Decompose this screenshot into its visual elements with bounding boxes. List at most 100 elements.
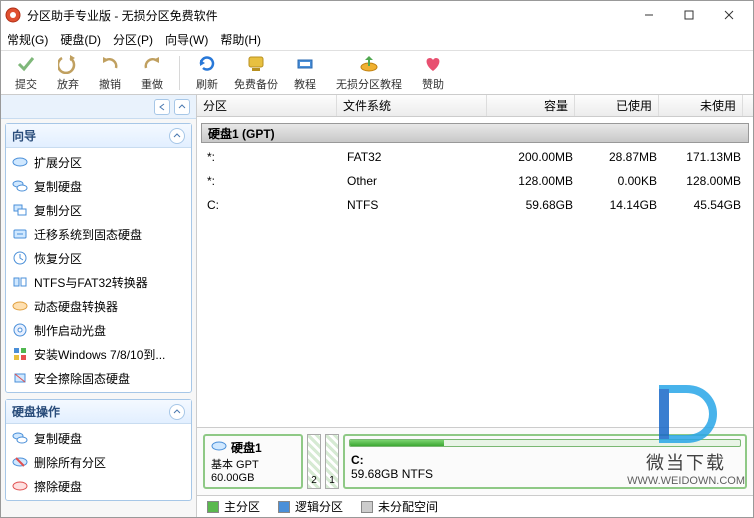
diskops-panel: 硬盘操作 复制硬盘 删除所有分区 擦除硬盘 (5, 399, 192, 501)
disk-type: 基本 GPT (211, 456, 295, 472)
partition-slot-2[interactable]: 2 (307, 434, 321, 489)
app-icon (5, 7, 21, 23)
menu-disk[interactable]: 硬盘(D) (60, 31, 101, 48)
minimize-button[interactable] (629, 1, 669, 29)
main-pane: 分区 文件系统 容量 已使用 未使用 硬盘1 (GPT) *: FAT32 20… (197, 95, 753, 517)
heart-icon (422, 53, 444, 75)
convert-icon (12, 274, 28, 290)
refresh-button[interactable]: 刷新 (186, 53, 228, 93)
copy-disk-icon (12, 430, 28, 446)
disk-bar: 硬盘1 基本 GPT 60.00GB 2 1 C:59.68GB NTFS (197, 427, 753, 495)
diskops-wipe-disk[interactable]: 擦除硬盘 (6, 474, 191, 498)
windows-icon (12, 346, 28, 362)
diskops-panel-header[interactable]: 硬盘操作 (6, 400, 191, 424)
tutorial-button[interactable]: 教程 (284, 53, 326, 93)
swatch-primary (207, 501, 219, 513)
undo-icon (99, 53, 121, 75)
discard-button[interactable]: 放弃 (47, 53, 89, 93)
lossless-icon (358, 53, 380, 75)
commit-button[interactable]: 提交 (5, 53, 47, 93)
discard-icon (57, 53, 79, 75)
sidebar-nav (1, 95, 196, 119)
partition-c-desc: 59.68GB NTFS (351, 467, 433, 481)
donate-button[interactable]: 赞助 (412, 53, 454, 93)
wizard-panel: 向导 扩展分区 复制硬盘 复制分区 迁移系统到固态硬盘 恢复分区 NTFS与FA… (5, 123, 192, 393)
table-row[interactable]: C: NTFS 59.68GB 14.14GB 45.54GB (197, 193, 753, 217)
swatch-logical (278, 501, 290, 513)
undo-button[interactable]: 撤销 (89, 53, 131, 93)
legend-logical: 逻辑分区 (278, 498, 343, 515)
cd-icon (12, 322, 28, 338)
wipe-icon (12, 478, 28, 494)
col-free[interactable]: 未使用 (659, 95, 743, 116)
erase-icon (12, 370, 28, 386)
menu-wizard[interactable]: 向导(W) (165, 31, 208, 48)
close-button[interactable] (709, 1, 749, 29)
disk-icon (12, 154, 28, 170)
copy-disk-icon (12, 178, 28, 194)
chevron-up-icon[interactable] (169, 404, 185, 420)
separator (179, 56, 180, 90)
disk-info-block[interactable]: 硬盘1 基本 GPT 60.00GB (203, 434, 303, 489)
wizard-recover-partition[interactable]: 恢复分区 (6, 246, 191, 270)
recover-icon (12, 250, 28, 266)
wizard-extend-partition[interactable]: 扩展分区 (6, 150, 191, 174)
sidebar: 向导 扩展分区 复制硬盘 复制分区 迁移系统到固态硬盘 恢复分区 NTFS与FA… (1, 95, 197, 517)
ssd-icon (12, 226, 28, 242)
dynamic-icon (12, 298, 28, 314)
wizard-install-windows[interactable]: 安装Windows 7/8/10到... (6, 342, 191, 366)
swatch-unalloc (361, 501, 373, 513)
diskops-delete-all[interactable]: 删除所有分区 (6, 450, 191, 474)
wizard-panel-header[interactable]: 向导 (6, 124, 191, 148)
backup-button[interactable]: 免费备份 (228, 53, 284, 93)
disk-name: 硬盘1 (231, 439, 262, 456)
redo-icon (141, 53, 163, 75)
nav-prev-button[interactable] (154, 99, 170, 115)
menu-help[interactable]: 帮助(H) (220, 31, 261, 48)
refresh-icon (196, 53, 218, 75)
col-capacity[interactable]: 容量 (487, 95, 575, 116)
wizard-migrate-ssd[interactable]: 迁移系统到固态硬盘 (6, 222, 191, 246)
wizard-bootable-cd[interactable]: 制作启动光盘 (6, 318, 191, 342)
col-used[interactable]: 已使用 (575, 95, 659, 116)
tutorial-icon (294, 53, 316, 75)
partition-c-name: C: (351, 453, 364, 467)
table-row[interactable]: *: FAT32 200.00MB 28.87MB 171.13MB (197, 145, 753, 169)
redo-button[interactable]: 重做 (131, 53, 173, 93)
wizard-ntfs-fat32[interactable]: NTFS与FAT32转换器 (6, 270, 191, 294)
wizard-panel-title: 向导 (12, 127, 36, 144)
hdd-icon (211, 440, 227, 455)
column-headers: 分区 文件系统 容量 已使用 未使用 (197, 95, 753, 117)
titlebar: 分区助手专业版 - 无损分区免费软件 (1, 1, 753, 29)
partition-table: 硬盘1 (GPT) *: FAT32 200.00MB 28.87MB 171.… (197, 117, 753, 427)
chevron-up-icon[interactable] (169, 128, 185, 144)
legend-unallocated: 未分配空间 (361, 498, 438, 515)
diskops-panel-title: 硬盘操作 (12, 403, 60, 420)
disk-header[interactable]: 硬盘1 (GPT) (201, 123, 749, 143)
partition-slot-1[interactable]: 1 (325, 434, 339, 489)
delete-icon (12, 454, 28, 470)
col-partition[interactable]: 分区 (197, 95, 337, 116)
menu-general[interactable]: 常规(G) (7, 31, 48, 48)
legend: 主分区 逻辑分区 未分配空间 (197, 495, 753, 517)
toolbar: 提交 放弃 撤销 重做 刷新 免费备份 教程 无损分区教程 赞助 (1, 51, 753, 95)
col-filesystem[interactable]: 文件系统 (337, 95, 487, 116)
wizard-copy-disk[interactable]: 复制硬盘 (6, 174, 191, 198)
copy-part-icon (12, 202, 28, 218)
window-title: 分区助手专业版 - 无损分区免费软件 (27, 7, 629, 24)
lossless-tutorial-button[interactable]: 无损分区教程 (326, 53, 412, 93)
wizard-copy-partition[interactable]: 复制分区 (6, 198, 191, 222)
partition-c[interactable]: C:59.68GB NTFS (343, 434, 747, 489)
check-icon (15, 53, 37, 75)
legend-primary: 主分区 (207, 498, 260, 515)
nav-collapse-button[interactable] (174, 99, 190, 115)
menubar: 常规(G) 硬盘(D) 分区(P) 向导(W) 帮助(H) (1, 29, 753, 51)
table-row[interactable]: *: Other 128.00MB 0.00KB 128.00MB (197, 169, 753, 193)
wizard-secure-erase[interactable]: 安全擦除固态硬盘 (6, 366, 191, 390)
wizard-dynamic-disk[interactable]: 动态硬盘转换器 (6, 294, 191, 318)
disk-size: 60.00GB (211, 472, 295, 484)
diskops-copy-disk[interactable]: 复制硬盘 (6, 426, 191, 450)
backup-icon (245, 53, 267, 75)
menu-partition[interactable]: 分区(P) (113, 31, 153, 48)
maximize-button[interactable] (669, 1, 709, 29)
